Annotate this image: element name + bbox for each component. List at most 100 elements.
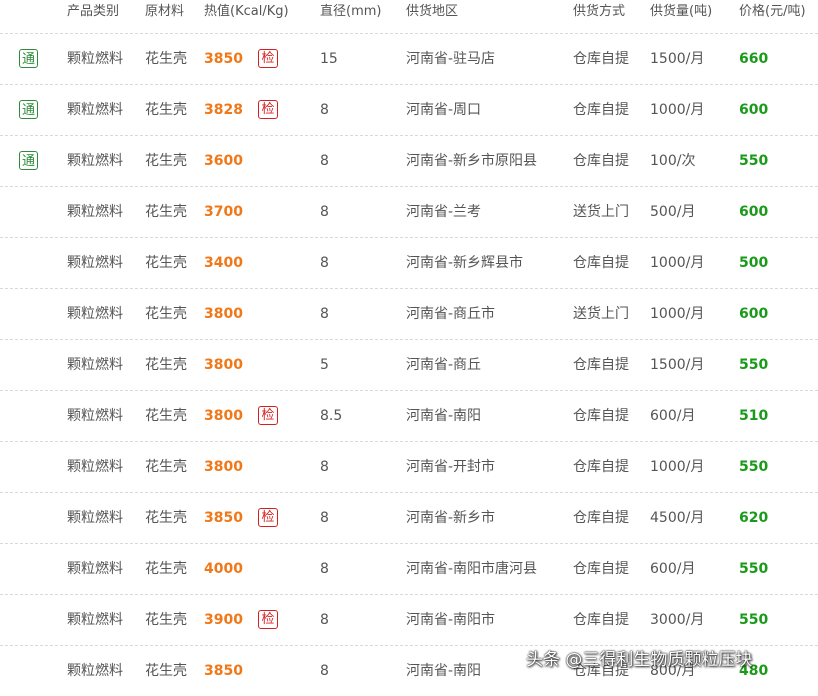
header-category: 产品类别 — [67, 4, 120, 19]
price-value: 550 — [739, 357, 769, 373]
diameter-cell: 8.5 — [320, 408, 343, 424]
delivery-cell: 送货上门 — [573, 306, 629, 322]
delivery-cell: 仓库自提 — [573, 510, 629, 526]
header-material: 原材料 — [145, 4, 185, 19]
price-value: 550 — [739, 459, 769, 475]
diameter-cell: 8 — [320, 255, 329, 271]
table-row[interactable]: 颗粒燃料 花生壳 3800 8.5 河南省-南阳 仓库自提 600/月 510 检 — [0, 390, 818, 441]
diameter-cell: 8 — [320, 204, 329, 220]
region-cell[interactable]: 河南省-兰考 — [406, 203, 481, 221]
price-value: 600 — [739, 306, 769, 322]
tong-badge-icon: 通 — [19, 100, 38, 119]
diameter-cell: 8 — [320, 663, 329, 679]
category-cell: 颗粒燃料 — [67, 255, 123, 271]
diameter-cell: 8 — [320, 612, 329, 628]
delivery-cell: 仓库自提 — [573, 153, 629, 169]
material-cell: 花生壳 — [145, 510, 187, 526]
supply-cell: 600/月 — [650, 408, 696, 424]
table-row[interactable]: 颗粒燃料 花生壳 3900 8 河南省-南阳市 仓库自提 3000/月 550 检 — [0, 594, 818, 645]
heat-value: 3800 — [204, 357, 243, 373]
heat-value: 3900 — [204, 612, 243, 628]
watermark: 头条 @三得利生物质颗粒压块 — [526, 650, 753, 670]
table-header: 产品类别 原材料 热值(Kcal/Kg) 直径(mm) 供货地区 供货方式 供货… — [0, 0, 818, 20]
jian-badge-icon: 检 — [258, 100, 278, 119]
region-cell[interactable]: 河南省-新乡市 — [406, 509, 495, 527]
supply-cell: 100/次 — [650, 153, 696, 169]
table-row[interactable]: 颗粒燃料 花生壳 3800 5 河南省-商丘 仓库自提 1500/月 550 — [0, 339, 818, 390]
diameter-cell: 8 — [320, 306, 329, 322]
supply-cell: 1000/月 — [650, 255, 705, 271]
header-price: 价格(元/吨) — [739, 4, 806, 19]
price-value: 550 — [739, 561, 769, 577]
material-cell: 花生壳 — [145, 459, 187, 475]
material-cell: 花生壳 — [145, 306, 187, 322]
delivery-cell: 仓库自提 — [573, 612, 629, 628]
header-heat: 热值(Kcal/Kg) — [204, 4, 289, 19]
price-value: 620 — [739, 510, 769, 526]
category-cell: 颗粒燃料 — [67, 51, 123, 67]
region-cell[interactable]: 河南省-南阳市 — [406, 611, 495, 629]
region-cell[interactable]: 河南省-驻马店 — [406, 50, 495, 68]
delivery-cell: 送货上门 — [573, 204, 629, 220]
price-value: 550 — [739, 153, 769, 169]
table-row[interactable]: 颗粒燃料 花生壳 3700 8 河南省-兰考 送货上门 500/月 600 — [0, 186, 818, 237]
heat-value: 3800 — [204, 459, 243, 475]
heat-value: 3828 — [204, 102, 243, 118]
heat-value: 3600 — [204, 153, 243, 169]
category-cell: 颗粒燃料 — [67, 357, 123, 373]
material-cell: 花生壳 — [145, 663, 187, 679]
jian-badge-icon: 检 — [258, 508, 278, 527]
table-row[interactable]: 颗粒燃料 花生壳 4000 8 河南省-南阳市唐河县 仓库自提 600/月 550 — [0, 543, 818, 594]
diameter-cell: 8 — [320, 153, 329, 169]
region-cell[interactable]: 河南省-商丘市 — [406, 305, 495, 323]
header-supply: 供货量(吨) — [650, 4, 713, 19]
price-value: 510 — [739, 408, 769, 424]
jian-badge-icon: 检 — [258, 610, 278, 629]
region-cell[interactable]: 河南省-商丘 — [406, 356, 481, 374]
category-cell: 颗粒燃料 — [67, 204, 123, 220]
table-row[interactable]: 颗粒燃料 花生壳 3850 8 河南省-新乡市 仓库自提 4500/月 620 检 — [0, 492, 818, 543]
table-row[interactable]: 颗粒燃料 花生壳 3800 8 河南省-开封市 仓库自提 1000/月 550 — [0, 441, 818, 492]
category-cell: 颗粒燃料 — [67, 102, 123, 118]
region-cell[interactable]: 河南省-南阳 — [406, 662, 481, 680]
heat-value: 3700 — [204, 204, 243, 220]
header-diameter: 直径(mm) — [320, 4, 382, 19]
heat-value: 3850 — [204, 51, 243, 67]
table-row[interactable]: 通 颗粒燃料 花生壳 3600 8 河南省-新乡市原阳县 仓库自提 100/次 550 — [0, 135, 818, 186]
supply-cell: 1000/月 — [650, 306, 705, 322]
region-cell[interactable]: 河南省-新乡辉县市 — [406, 254, 523, 272]
category-cell: 颗粒燃料 — [67, 561, 123, 577]
region-cell[interactable]: 河南省-南阳市唐河县 — [406, 560, 537, 578]
price-value: 600 — [739, 204, 769, 220]
delivery-cell: 仓库自提 — [573, 255, 629, 271]
delivery-cell: 仓库自提 — [573, 408, 629, 424]
region-cell[interactable]: 河南省-南阳 — [406, 407, 481, 425]
delivery-cell: 仓库自提 — [573, 561, 629, 577]
category-cell: 颗粒燃料 — [67, 510, 123, 526]
supply-cell: 1000/月 — [650, 459, 705, 475]
diameter-cell: 5 — [320, 357, 329, 373]
region-cell[interactable]: 河南省-新乡市原阳县 — [406, 152, 537, 170]
table-row[interactable]: 颗粒燃料 花生壳 3800 8 河南省-商丘市 送货上门 1000/月 600 — [0, 288, 818, 339]
table-row[interactable]: 颗粒燃料 花生壳 3400 8 河南省-新乡辉县市 仓库自提 1000/月 500 — [0, 237, 818, 288]
region-cell[interactable]: 河南省-周口 — [406, 101, 481, 119]
tong-badge-icon: 通 — [19, 151, 38, 170]
diameter-cell: 15 — [320, 51, 338, 67]
jian-badge-icon: 检 — [258, 406, 278, 425]
diameter-cell: 8 — [320, 459, 329, 475]
delivery-cell: 仓库自提 — [573, 357, 629, 373]
material-cell: 花生壳 — [145, 357, 187, 373]
category-cell: 颗粒燃料 — [67, 153, 123, 169]
heat-value: 3800 — [204, 306, 243, 322]
material-cell: 花生壳 — [145, 408, 187, 424]
category-cell: 颗粒燃料 — [67, 663, 123, 679]
material-cell: 花生壳 — [145, 153, 187, 169]
price-value: 500 — [739, 255, 769, 271]
table-row[interactable]: 通 颗粒燃料 花生壳 3828 8 河南省-周口 仓库自提 1000/月 600 检 — [0, 84, 818, 135]
table-row[interactable]: 通 颗粒燃料 花生壳 3850 15 河南省-驻马店 仓库自提 1500/月 660 检 — [0, 33, 818, 84]
tong-badge-icon: 通 — [19, 49, 38, 68]
region-cell[interactable]: 河南省-开封市 — [406, 458, 495, 476]
delivery-cell: 仓库自提 — [573, 51, 629, 67]
category-cell: 颗粒燃料 — [67, 408, 123, 424]
price-value: 660 — [739, 51, 769, 67]
